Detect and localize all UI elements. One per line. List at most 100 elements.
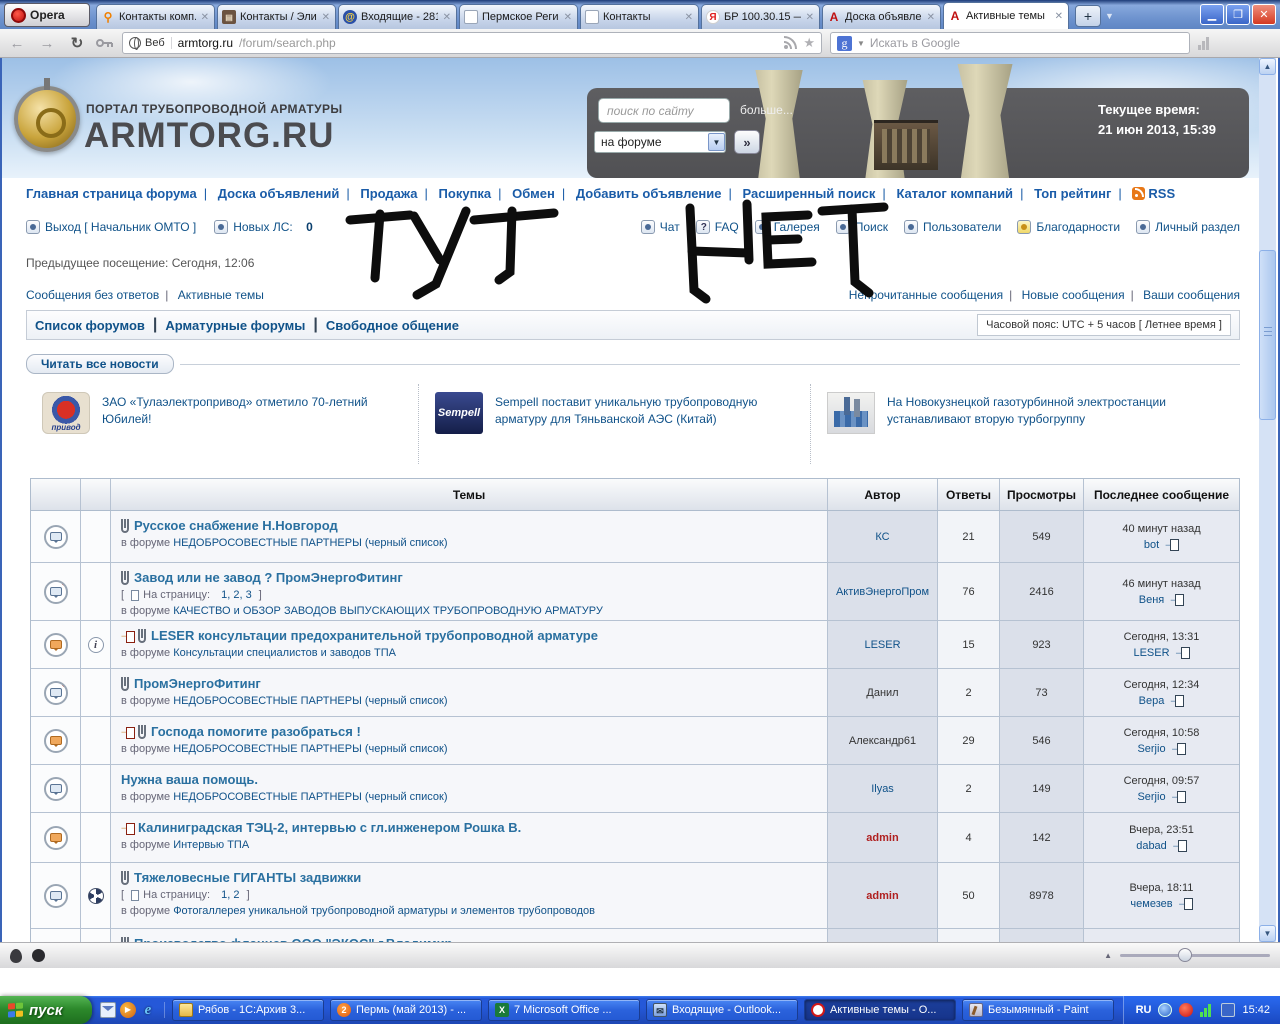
forum-link[interactable]: Фотогаллерея уникальной трубопроводной а… [173,905,595,917]
last-post-user-link[interactable]: чемезев [1130,898,1172,910]
last-post-user-link[interactable]: Serjio [1137,743,1165,755]
last-post-user-link[interactable]: bot [1144,539,1159,551]
goto-last-post-icon[interactable] [1168,695,1184,707]
tray-opera-icon[interactable] [1179,1003,1193,1017]
new-pm-link[interactable]: Новых ЛС: 0 [214,220,313,234]
author-link[interactable]: Ilyas [871,783,894,795]
tray-network-icon[interactable] [1221,1003,1235,1017]
last-post-user-link[interactable]: Serjio [1137,791,1165,803]
media-player-icon[interactable]: ▶ [120,1002,136,1018]
browser-tab-active[interactable]: A Активные темы ✕ [943,2,1069,29]
topic-title-link[interactable]: Русское снабжение Н.Новгород [134,518,338,533]
topic-title-link[interactable]: LESER консультации предохранительной тру… [151,628,598,643]
tab-close-icon[interactable]: ✕ [442,12,452,23]
logout-link[interactable]: Выход [ Начальник ОМТО ] [26,220,196,234]
search-go-button[interactable]: » [734,130,760,154]
forum-link[interactable]: Консультации специалистов и заводов ТПА [173,647,396,659]
goto-last-post-icon[interactable] [1171,840,1187,852]
goto-last-post-icon[interactable] [1168,594,1184,606]
armature-forums-link[interactable]: Арматурные форумы [165,318,305,333]
taskbar-window-perm[interactable]: 2 Пермь (май 2013) - ... [330,999,482,1021]
tab-close-icon[interactable]: ✕ [321,12,331,23]
search-link[interactable]: Поиск [836,220,888,234]
tab-list-caret-icon[interactable]: ▼ [1105,11,1114,21]
opera-menu-button[interactable]: Opera [4,3,90,27]
last-post-user-link[interactable]: dabad [1136,840,1167,852]
tab-close-icon[interactable]: ✕ [1054,11,1064,22]
unread-messages-link[interactable]: Непрочитанные сообщения [849,288,1003,302]
language-indicator[interactable]: RU [1136,1004,1152,1016]
tray-wifi-icon[interactable] [1200,1003,1214,1017]
search-scope-select[interactable]: на форуме ▼ [594,131,726,153]
browser-tab[interactable]: Контакты ✕ [580,4,699,29]
free-talk-link[interactable]: Свободное общение [326,318,459,333]
nav-forum-home[interactable]: Главная страница форума [26,186,197,201]
topic-title-link[interactable]: Калиниградская ТЭЦ-2, интервью с гл.инже… [138,820,521,835]
forum-link[interactable]: КАЧЕСТВО и ОБЗОР ЗАВОДОВ ВЫПУСКАЮЩИХ ТРУ… [173,605,603,617]
last-post-user-link[interactable]: Вера [1139,695,1165,707]
bookmark-star-icon[interactable]: ★ [803,35,815,51]
goto-last-post-icon[interactable] [1163,539,1179,551]
select-arrow-icon[interactable]: ▼ [708,133,725,151]
close-button[interactable]: ✕ [1252,4,1276,25]
faq-link[interactable]: FAQ [696,220,739,234]
taskbar-window-1c[interactable]: Рябов - 1С:Архив 3... [172,999,324,1021]
browser-tab[interactable]: Пермское Регио... ✕ [459,4,578,29]
chat-link[interactable]: Чат [641,220,680,234]
search-engine-caret-icon[interactable]: ▼ [857,39,865,48]
topic-title-link[interactable]: Тяжеловесные ГИГАНТЫ задвижки [134,870,361,885]
news-item[interactable]: На Новокузнецкой газотурбинной электрост… [810,384,1230,464]
nav-companies[interactable]: Каталог компаний [896,186,1013,201]
thanks-link[interactable]: Благодарности [1017,220,1120,234]
forum-link[interactable]: НЕДОБРОСОВЕСТНЫЕ ПАРТНЕРЫ (черный список… [173,695,447,707]
browser-tab[interactable]: Я БР 100.30.15 — ... ✕ [701,4,820,29]
nav-top-rating[interactable]: Топ рейтинг [1034,186,1111,201]
browser-tab[interactable]: A Доска объявле... ✕ [822,4,941,29]
back-button[interactable]: ← [6,35,28,52]
forum-link[interactable]: НЕДОБРОСОВЕСТНЫЕ ПАРТНЕРЫ (черный список… [173,791,447,803]
last-post-user-link[interactable]: Веня [1139,594,1165,606]
scrollbar-thumb[interactable] [1259,250,1276,420]
goto-last-post-icon[interactable] [1170,743,1186,755]
author-link[interactable]: LESER [864,639,900,651]
zoom-menu-icon[interactable]: ▲ [1104,951,1112,960]
forum-link[interactable]: НЕДОБРОСОВЕСТНЫЕ ПАРТНЕРЫ (черный список… [173,537,447,549]
nav-advanced-search[interactable]: Расширенный поиск [743,186,876,201]
taskbar-window-opera-active[interactable]: Активные темы - О... [804,999,956,1021]
goto-last-post-icon[interactable] [1170,791,1186,803]
news-link[interactable]: Sempell поставит уникальную трубопроводн… [495,388,800,464]
topic-title-link[interactable]: Нужна ваша помощь. [121,772,258,787]
key-icon[interactable] [96,38,114,48]
scroll-up-icon[interactable]: ▲ [1259,58,1276,75]
forum-link[interactable]: НЕДОБРОСОВЕСТНЫЕ ПАРТНЕРЫ (черный список… [173,743,447,755]
taskbar-window-paint[interactable]: Безымянный - Paint [962,999,1114,1021]
author-link[interactable]: АктивЭнергоПром [836,586,929,598]
tab-close-icon[interactable]: ✕ [926,12,936,23]
taskbar-window-office[interactable]: X 7 Microsoft Office ... [488,999,640,1021]
status-blocker-icon[interactable] [32,949,45,962]
internet-explorer-icon[interactable]: e [140,1002,156,1018]
rss-icon[interactable] [783,36,797,50]
outlook-express-icon[interactable] [100,1002,116,1018]
your-messages-link[interactable]: Ваши сообщения [1143,288,1240,302]
topic-title-link[interactable]: Завод или не завод ? ПромЭнергоФитинг [134,570,403,585]
google-search-box[interactable]: g ▼ [830,32,1190,54]
site-search-input[interactable] [598,98,730,123]
nav-sell[interactable]: Продажа [360,186,417,201]
forward-button[interactable]: → [36,35,58,52]
new-tab-button[interactable]: + [1075,5,1101,27]
browser-tab[interactable]: @ Входящие - 281... ✕ [338,4,457,29]
users-link[interactable]: Пользователи [904,220,1001,234]
forum-index-link[interactable]: Список форумов [35,318,145,333]
goto-last-post-icon[interactable] [1177,898,1193,910]
unanswered-link[interactable]: Сообщения без ответов [26,288,159,302]
page-scrollbar[interactable]: ▲ ▼ [1259,58,1276,942]
url-field[interactable]: Веб armtorg.ru /forum/search.php ★ [122,32,822,54]
minimize-button[interactable]: ▁ [1200,4,1224,25]
tray-update-icon[interactable] [1158,1003,1172,1017]
topic-title-link[interactable]: ПромЭнергоФитинг [134,676,261,691]
zoom-slider-thumb[interactable] [1178,948,1192,962]
tab-close-icon[interactable]: ✕ [684,12,694,23]
browser-tab[interactable]: ⚲ Контакты комп... ✕ [96,4,215,29]
author-link[interactable]: КС [875,531,889,543]
